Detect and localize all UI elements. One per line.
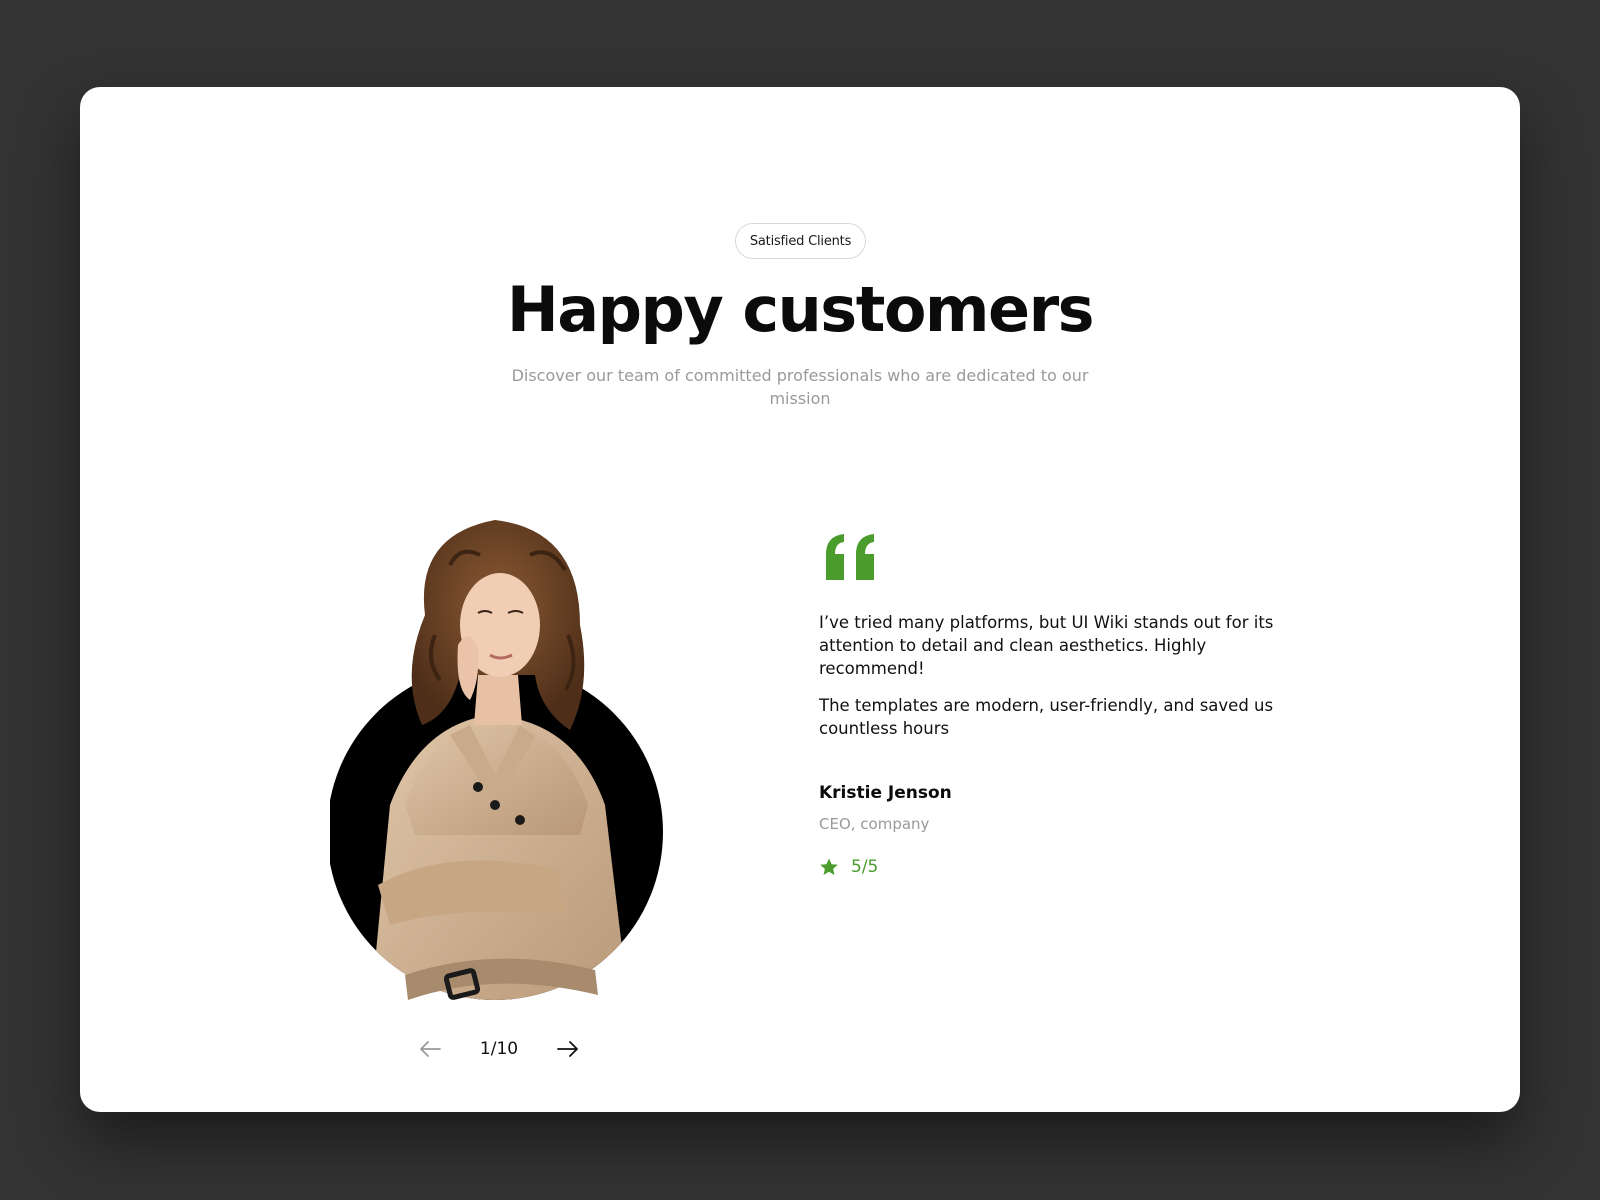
testimonial-paragraph: The templates are modern, user-friendly,… bbox=[819, 696, 1274, 738]
rating: 5/5 bbox=[819, 857, 878, 877]
testimonial-pager: 1/10 bbox=[416, 1033, 582, 1065]
pager-count: 1/10 bbox=[479, 1039, 519, 1059]
testimonial-paragraph: I’ve tried many platforms, but UI Wiki s… bbox=[819, 613, 1274, 678]
arrow-left-icon[interactable] bbox=[416, 1037, 444, 1061]
testimonial-text: I’ve tried many platforms, but UI Wiki s… bbox=[819, 611, 1279, 740]
section-badge: Satisfied Clients bbox=[735, 223, 866, 259]
page-subtitle: Discover our team of committed professio… bbox=[511, 366, 1089, 408]
customer-photo bbox=[330, 520, 663, 1000]
page-title: Happy customers bbox=[506, 273, 1095, 346]
author-name: Kristie Jenson bbox=[819, 783, 952, 803]
star-icon bbox=[820, 858, 838, 875]
testimonial-card: Satisfied Clients Happy customers Discov… bbox=[80, 87, 1520, 1112]
rating-value: 5/5 bbox=[851, 857, 879, 877]
author-role: CEO, company bbox=[819, 815, 930, 833]
arrow-right-icon[interactable] bbox=[554, 1037, 582, 1061]
quote-icon bbox=[826, 534, 874, 580]
